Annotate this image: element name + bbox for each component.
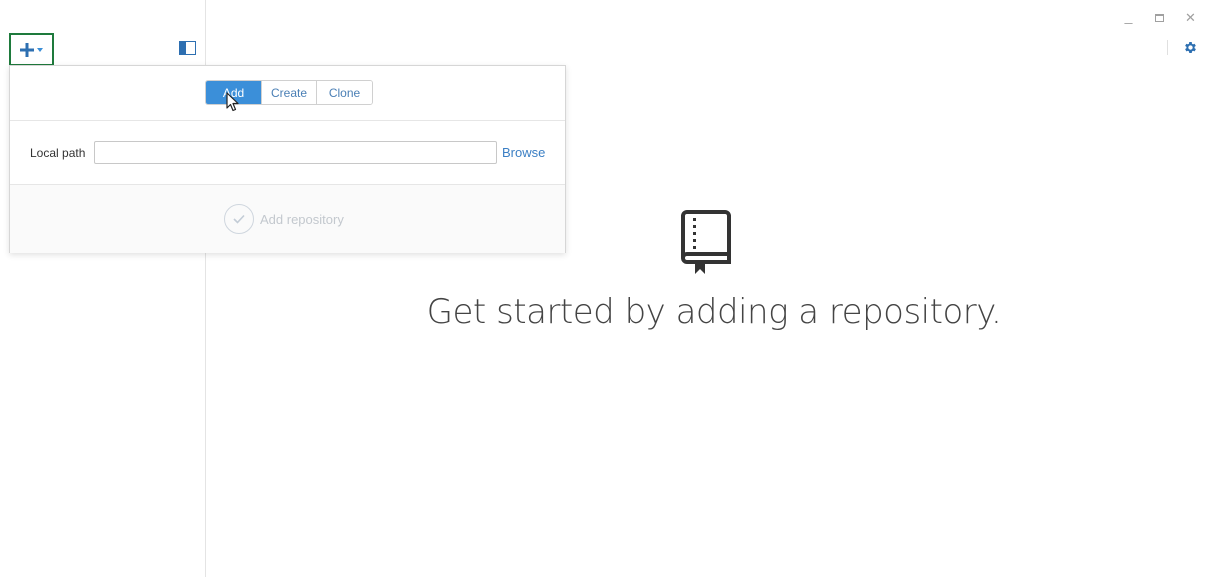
close-button[interactable]: ✕ [1175,8,1206,28]
gear-icon [1184,41,1196,53]
add-repository-menu-button[interactable] [9,33,54,66]
add-repository-label: Add repository [260,211,344,227]
plus-icon [20,42,34,57]
tab-clone[interactable]: Clone [316,81,372,104]
app-window: _ ✕ Get started by adding a repository. [0,0,1206,577]
local-path-input[interactable] [94,141,497,164]
maximize-button[interactable] [1144,8,1175,28]
divider [10,120,565,121]
browse-link[interactable]: Browse [502,145,545,160]
checkmark-circle-icon [224,204,254,234]
tab-create[interactable]: Create [261,81,316,104]
minimize-icon: _ [1124,8,1133,24]
add-repository-popover: Add Create Clone Local path Browse Add r… [9,65,566,253]
mouse-cursor-icon [226,92,239,112]
window-controls: _ ✕ [1113,8,1206,28]
add-repository-button[interactable]: Add repository [224,204,344,234]
checkmark-icon [233,214,245,224]
toolbar-divider [1167,40,1168,55]
settings-button[interactable] [1180,37,1200,57]
close-icon: ✕ [1185,10,1196,25]
chevron-down-icon [37,48,43,52]
minimize-button[interactable]: _ [1113,8,1144,28]
repo-book-icon [681,210,731,274]
empty-state-message: Get started by adding a repository. [426,292,1002,332]
popover-footer: Add repository [10,185,565,253]
maximize-icon [1155,14,1164,22]
sidebar-toggle-icon[interactable] [179,41,196,55]
local-path-label: Local path [30,146,86,160]
